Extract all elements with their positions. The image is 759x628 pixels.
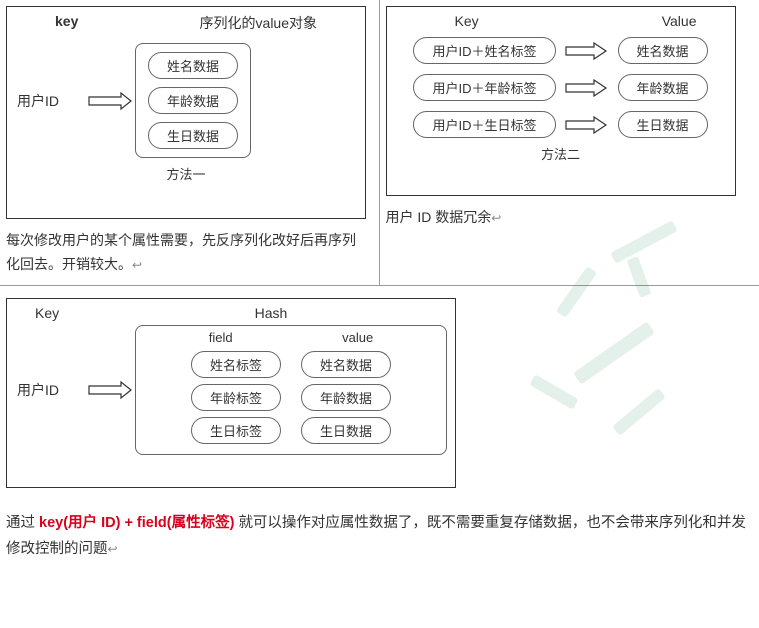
pill-age-data: 年龄数据 (148, 87, 238, 114)
diag3-body: 用户ID field value 姓名标签 姓名数据 年龄标签 年龄数据 (15, 325, 447, 455)
arrow-icon (85, 380, 135, 400)
diag1-caption: 方法一 (15, 164, 357, 183)
cell-method1: key 序列化的value对象 用户ID 姓名数据 年龄数据 生日数据 方法一 … (0, 0, 380, 285)
diagram-hash: Key Hash 用户ID field value 姓名标签 姓名数据 年龄标签… (6, 298, 456, 488)
cell-method2: Key Value 用户ID＋姓名标签 姓名数据 用户ID＋年龄标签 年龄数据 … (380, 0, 759, 285)
cell-hash: Key Hash 用户ID field value 姓名标签 姓名数据 年龄标签… (0, 286, 759, 496)
diag2-headers: Key Value (395, 13, 727, 29)
hash-subheaders: field value (154, 330, 428, 345)
diag3-headers: Key Hash (15, 305, 447, 321)
diag1-userid: 用户ID (15, 91, 85, 111)
diag3-hash-header: Hash (95, 305, 447, 321)
diag1-desc-text: 每次修改用户的某个属性需要，先反序列化改好后再序列化回去。开销较大。 (6, 232, 356, 272)
diag2-row-birthday: 用户ID＋生日标签 生日数据 (395, 111, 727, 138)
diag2-row-age: 用户ID＋年龄标签 年龄数据 (395, 74, 727, 101)
diag2-value-header: Value (662, 13, 717, 29)
diag3-userid: 用户ID (15, 380, 85, 400)
pill-birthday-data: 生日数据 (148, 122, 238, 149)
row-methods: key 序列化的value对象 用户ID 姓名数据 年龄数据 生日数据 方法一 … (0, 0, 759, 286)
pill-key-age: 用户ID＋年龄标签 (413, 74, 555, 101)
diag2-row-name: 用户ID＋姓名标签 姓名数据 (395, 37, 727, 64)
diag2-caption: 方法二 (395, 144, 727, 163)
hash-group: field value 姓名标签 姓名数据 年龄标签 年龄数据 生日标签 生日数… (135, 325, 447, 455)
diag1-value-header: 序列化的value对象 (200, 13, 347, 33)
diag1-description: 每次修改用户的某个属性需要，先反序列化改好后再序列化回去。开销较大。↩ (6, 229, 373, 277)
hash-field-header: field (209, 330, 233, 345)
pill-val-name: 姓名数据 (618, 37, 708, 64)
summary-pre: 通过 (6, 515, 39, 531)
pill-key-name: 用户ID＋姓名标签 (413, 37, 555, 64)
hash-row-name: 姓名标签 姓名数据 (191, 351, 391, 378)
pill-value-age: 年龄数据 (301, 384, 391, 411)
hash-row-age: 年龄标签 年龄数据 (191, 384, 391, 411)
pill-field-age: 年龄标签 (191, 384, 281, 411)
pill-name-data: 姓名数据 (148, 52, 238, 79)
diag1-value-group: 姓名数据 年龄数据 生日数据 (135, 43, 251, 158)
diag2-description: 用户 ID 数据冗余↩ (386, 206, 754, 230)
diagram-method2: Key Value 用户ID＋姓名标签 姓名数据 用户ID＋年龄标签 年龄数据 … (386, 6, 736, 196)
arrow-icon (564, 78, 610, 98)
diagram-method1: key 序列化的value对象 用户ID 姓名数据 年龄数据 生日数据 方法一 (6, 6, 366, 219)
pill-val-birth: 生日数据 (618, 111, 708, 138)
diag1-key-header: key (25, 13, 78, 33)
pill-value-birth: 生日数据 (301, 417, 391, 444)
pill-field-birth: 生日标签 (191, 417, 281, 444)
arrow-icon (564, 115, 610, 135)
diag1-body: 用户ID 姓名数据 年龄数据 生日数据 (15, 43, 357, 158)
summary-text: 通过 key(用户 ID) + field(属性标签) 就可以操作对应属性数据了… (0, 496, 759, 576)
diag3-key-header: Key (15, 305, 95, 321)
hash-row-birthday: 生日标签 生日数据 (191, 417, 391, 444)
return-icon: ↩ (491, 211, 501, 225)
pill-key-birth: 用户ID＋生日标签 (413, 111, 555, 138)
summary-highlight: key(用户 ID) + field(属性标签) (39, 515, 238, 531)
hash-value-header: value (342, 330, 373, 345)
arrow-icon (85, 91, 135, 111)
diag2-desc-text: 用户 ID 数据冗余 (386, 209, 492, 225)
return-icon: ↩ (132, 258, 142, 272)
diag2-key-header: Key (405, 13, 479, 29)
diag1-headers: key 序列化的value对象 (15, 13, 357, 33)
diag2-body: 用户ID＋姓名标签 姓名数据 用户ID＋年龄标签 年龄数据 用户ID＋生日标签 … (395, 37, 727, 138)
return-icon: ↩ (108, 542, 118, 556)
pill-value-name: 姓名数据 (301, 351, 391, 378)
pill-field-name: 姓名标签 (191, 351, 281, 378)
arrow-icon (564, 41, 610, 61)
pill-val-age: 年龄数据 (618, 74, 708, 101)
